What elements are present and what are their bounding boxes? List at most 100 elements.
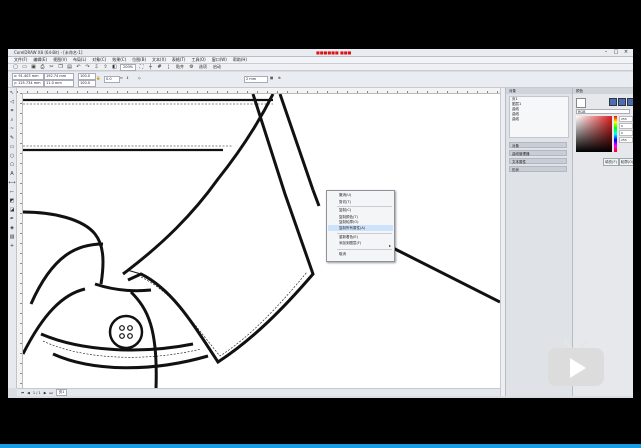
color-value-field[interactable]: 0 [619,130,633,136]
ctx-copy-all-properties[interactable]: 复制所有属性(A) [339,226,365,231]
tree-item[interactable]: 曲线 [510,117,568,122]
ctx-copy-outline[interactable]: 复制轮廓(O) [339,220,359,225]
docker-section[interactable]: 文本属性 [509,158,567,164]
crop-tool-icon[interactable]: ⌗ [8,106,16,115]
ctx-cut[interactable]: 剪切(T) [339,200,351,205]
close-icon[interactable]: × [621,49,631,56]
color-model-select[interactable]: RGB [576,109,630,114]
launch-button[interactable]: 启动 [211,64,223,70]
right-shoulder-line [392,246,500,304]
rectangle-tool-icon[interactable]: ▭ [8,142,16,151]
print-icon[interactable]: ⎙ [39,64,46,70]
collar-band-line [278,94,315,191]
import-icon[interactable]: ⇩ [93,64,100,70]
add-tool-icon[interactable]: + [8,241,16,250]
eyedropper-tool-icon[interactable]: ✒ [8,214,16,223]
save-icon[interactable]: ▣ [30,64,37,70]
transparency-tool-icon[interactable]: ◪ [8,205,16,214]
docker-section[interactable]: 形状 [509,166,567,172]
ctx-add-to-layer[interactable]: 添加到图层(F) [339,241,361,246]
text-tool-icon[interactable]: A [8,169,16,178]
outline-button[interactable]: 轮廓(O) [619,158,633,166]
color-value-field[interactable]: 0 [619,123,633,129]
fill-button[interactable]: 填充(F) [603,158,619,166]
first-page-icon[interactable]: ⏮ [21,391,24,395]
height-field[interactable]: 11.0 mm [44,80,74,87]
guidelines-icon[interactable]: ¦ [165,64,172,70]
ctx-cancel[interactable]: 取消 [339,252,346,257]
minimize-icon[interactable]: – [601,49,611,56]
collar-tip-line [311,189,321,207]
artistic-media-icon[interactable]: ✎ [8,133,16,142]
outline-width-select[interactable]: 2 mm [244,76,268,83]
color-mode-buttons [609,98,633,106]
polygon-tool-icon[interactable]: ⬠ [8,160,16,169]
ctx-undo[interactable]: 撤消(U) [339,193,351,198]
color-docker-title: 颜色 [573,88,633,94]
pick-tool-icon[interactable]: ↖ [8,88,16,97]
context-menu: 撤消(U) 剪切(T) 复制(C) 复制颜色(T) 复制轮廓(O) 复制所有属性… [326,190,395,262]
freehand-tool-icon[interactable]: ~ [8,124,16,133]
full-screen-icon[interactable]: ⛶ [138,64,145,70]
undo-icon[interactable]: ↶ [75,64,82,70]
left-lapel-edge [29,242,104,305]
ellipse-tool-icon[interactable]: ○ [8,151,16,160]
smart-fill-icon[interactable]: ▨ [8,232,16,241]
page-tab[interactable]: 页1 [55,389,68,396]
rotation-field[interactable]: 0.0 [104,76,120,83]
width-field[interactable]: 192.74 mm [44,73,74,80]
ctx-copy[interactable]: 复制(C) [339,208,351,213]
wrap-text-icon[interactable]: ▦ [270,76,273,80]
cut-icon[interactable]: ✂ [48,64,55,70]
drawing-canvas[interactable] [23,94,500,388]
maximize-icon[interactable]: □ [611,49,621,56]
color-picker-field[interactable] [576,116,612,152]
publish-icon[interactable]: ◧ [111,64,118,70]
node-tools-icon[interactable]: ◇ [138,76,141,80]
connector-tool-icon[interactable]: ⌐ [8,187,16,196]
scale-x-field[interactable]: 100.0 [78,73,96,80]
window-title: CorelDRAW X8 (64-Bit) - [未命名-1] [14,50,83,55]
y-position-field[interactable]: y: 125.734 mm [12,80,44,87]
color-value-field[interactable]: 255 [619,137,633,143]
docker-section[interactable]: 对象 [509,142,567,148]
current-color-swatch [576,98,586,108]
last-page-icon[interactable]: ⏭ [49,391,52,395]
color-palette-icon[interactable] [627,98,633,106]
hue-slider[interactable] [614,116,617,152]
color-viewer-icon[interactable] [609,98,617,106]
zoom-tool-icon[interactable]: ⌕ [8,115,16,124]
redo-icon[interactable]: ↷ [84,64,91,70]
snap-to-button[interactable]: 贴齐 [174,64,186,70]
color-value-field[interactable]: 255 [619,116,633,122]
zoom-select[interactable]: 200% [120,63,137,71]
next-page-icon[interactable]: ▶ [44,391,47,395]
title-bar: CorelDRAW X8 (64-Bit) - [未命名-1] ■■■■■■ ■… [8,49,633,57]
prev-page-icon[interactable]: ◀ [27,391,30,395]
grid-icon[interactable]: # [156,64,163,70]
color-slider-icon[interactable] [618,98,626,106]
quick-customize-icon[interactable]: ⊕ [278,76,281,80]
docker-section[interactable]: 曲线管理器 [509,150,567,156]
ctx-separator [337,249,392,250]
page-count: 1 / 1 [32,390,41,395]
paste-icon[interactable]: ▤ [66,64,73,70]
options-button[interactable]: 选项 [197,64,209,70]
player-progress-bar[interactable] [0,444,641,448]
options-gear-icon[interactable]: ⚙ [188,64,195,70]
mirror-vertical-icon[interactable]: ⇕ [126,76,129,80]
scale-y-field[interactable]: 100.0 [78,80,96,87]
drop-shadow-icon[interactable]: ◩ [8,196,16,205]
open-icon[interactable]: ▭ [21,64,28,70]
rulers-icon[interactable]: ┼ [147,64,154,70]
parallel-dimension-icon[interactable]: ⟷ [8,178,16,187]
shape-tool-icon[interactable]: ◁ [8,97,16,106]
interactive-fill-icon[interactable]: ◈ [8,223,16,232]
mirror-horizontal-icon[interactable]: ⇔ [120,76,123,80]
ctx-recolor[interactable]: 重新着色(E) [339,235,358,240]
new-document-icon[interactable]: ▢ [12,64,19,70]
export-icon[interactable]: ⇧ [102,64,109,70]
copy-icon[interactable]: ❐ [57,64,64,70]
lock-ratio-icon[interactable]: 🔒 [96,76,100,80]
x-position-field[interactable]: x: 91.403 mm [12,73,44,80]
